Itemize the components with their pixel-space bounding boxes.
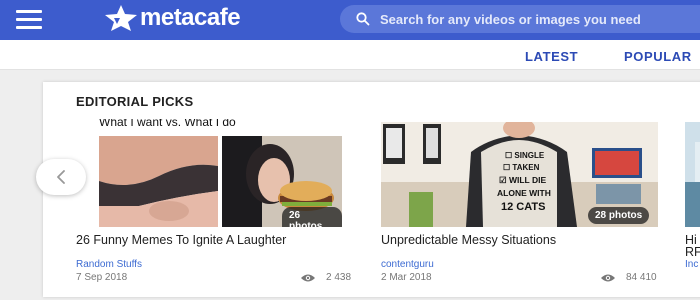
svg-text:☐ TAKEN: ☐ TAKEN [503, 163, 540, 172]
search-bar[interactable] [340, 5, 700, 33]
item-image [685, 122, 700, 227]
item-title-line2[interactable]: RF [685, 245, 700, 259]
chevron-left-icon [57, 170, 65, 184]
item-date: 7 Sep 2018 [76, 272, 128, 283]
search-input[interactable] [380, 11, 700, 27]
item-source-link[interactable]: Random Stuffs [76, 259, 142, 270]
view-count: 84 410 [626, 272, 657, 283]
svg-text:ALONE WITH: ALONE WITH [497, 188, 551, 198]
item-title[interactable]: Unpredictable Messy Situations [381, 233, 556, 247]
item-source-link[interactable]: Inc [685, 259, 698, 270]
photo-count-badge: 28 photos [588, 207, 650, 224]
image-caption: What I want vs. What I do [99, 119, 236, 129]
metacafe-logo[interactable]: metacafe [103, 3, 241, 33]
carousel-prev-button[interactable] [36, 159, 86, 195]
section-title: EDITORIAL PICKS [76, 94, 194, 109]
item-views: 84 410 [600, 272, 657, 283]
eye-icon [301, 274, 315, 281]
photo-count-badge: 26 photos [282, 207, 342, 227]
sub-nav: LATEST POPULAR [0, 40, 700, 70]
view-count: 2 438 [326, 272, 352, 283]
top-bar: metacafe [0, 0, 700, 40]
svg-text:☐ SINGLE: ☐ SINGLE [505, 151, 545, 160]
item-views: 2 438 [300, 272, 351, 283]
item-thumbnail[interactable]: ☐ SINGLE ☐ TAKEN ☑ WILL DIE ALONE WITH 1… [381, 122, 658, 227]
meme-image-left [99, 136, 218, 227]
star-logo-icon [105, 5, 137, 31]
logo-text: metacafe [140, 4, 241, 31]
item-date: 2 Mar 2018 [381, 272, 432, 283]
nav-latest[interactable]: LATEST [525, 49, 578, 64]
item-title[interactable]: 26 Funny Memes To Ignite A Laughter [76, 233, 286, 247]
nav-popular[interactable]: POPULAR [624, 49, 692, 64]
item-thumbnail[interactable]: What I want vs. What I do 26 photos [98, 119, 342, 227]
svg-text:12 CATS: 12 CATS [501, 201, 545, 213]
search-icon[interactable] [356, 12, 370, 26]
item-thumbnail[interactable] [685, 122, 700, 227]
editorial-picks-section: EDITORIAL PICKS What I want vs. What I d… [43, 82, 700, 297]
menu-icon[interactable] [16, 10, 42, 30]
eye-icon [601, 274, 615, 281]
item-source-link[interactable]: contentguru [381, 259, 434, 270]
svg-text:☑ WILL DIE: ☑ WILL DIE [499, 175, 546, 185]
